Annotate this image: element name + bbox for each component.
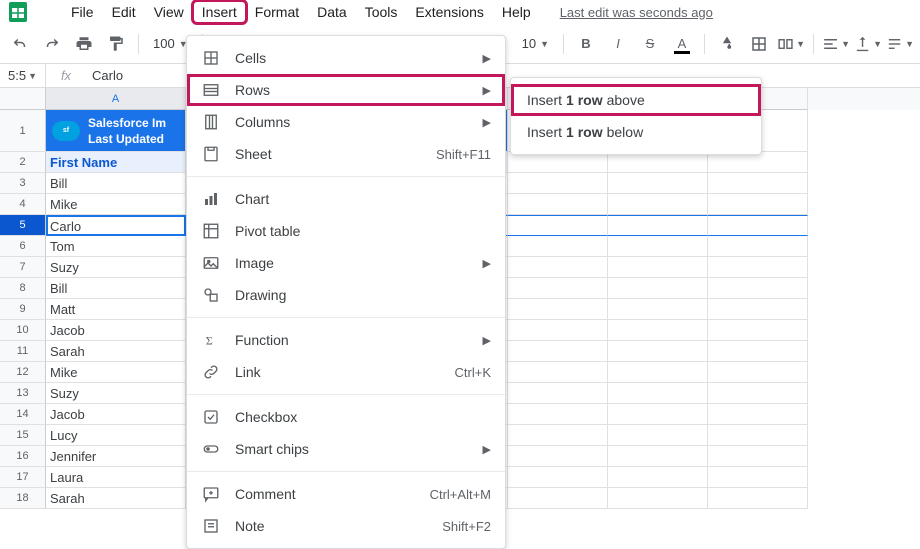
menubar-item-data[interactable]: Data xyxy=(308,1,356,23)
svg-text:Σ: Σ xyxy=(206,334,213,348)
menubar-item-tools[interactable]: Tools xyxy=(356,1,407,23)
redo-button[interactable] xyxy=(38,30,66,58)
menu-item-chart[interactable]: Chart xyxy=(187,183,505,215)
rows-submenu: Insert 1 row aboveInsert 1 row below xyxy=(510,77,762,155)
menu-item-drawing[interactable]: Drawing xyxy=(187,279,505,311)
comment-icon xyxy=(201,484,221,504)
chevron-right-icon: ▶ xyxy=(483,443,491,456)
chevron-right-icon: ▶ xyxy=(483,334,491,347)
valign-button[interactable]: ▼ xyxy=(854,30,882,58)
borders-button[interactable] xyxy=(745,30,773,58)
print-button[interactable] xyxy=(70,30,98,58)
menu-item-checkbox[interactable]: Checkbox xyxy=(187,401,505,433)
function-icon: Σ xyxy=(201,330,221,350)
halign-button[interactable]: ▼ xyxy=(822,30,850,58)
link-icon xyxy=(201,362,221,382)
menu-item-note[interactable]: NoteShift+F2 xyxy=(187,510,505,542)
bold-button[interactable]: B xyxy=(572,30,600,58)
menu-item-pivot-table[interactable]: Pivot table xyxy=(187,215,505,247)
menubar-item-edit[interactable]: Edit xyxy=(103,1,145,23)
menu-item-cells[interactable]: Cells▶ xyxy=(187,42,505,74)
chevron-right-icon: ▶ xyxy=(483,257,491,270)
wrap-button[interactable]: ▼ xyxy=(886,30,914,58)
drawing-icon xyxy=(201,285,221,305)
rows-icon xyxy=(201,80,221,100)
menu-item-link[interactable]: LinkCtrl+K xyxy=(187,356,505,388)
insert-menu-dropdown: Cells▶Rows▶Columns▶SheetShift+F11 ChartPi… xyxy=(186,35,506,549)
col-header[interactable]: A xyxy=(46,88,186,110)
menubar-item-file[interactable]: File xyxy=(62,1,103,23)
menu-item-sheet[interactable]: SheetShift+F11 xyxy=(187,138,505,170)
chevron-right-icon: ▶ xyxy=(483,116,491,129)
salesforce-logo-icon: sf xyxy=(52,121,80,141)
font-size-select[interactable]: 10▼ xyxy=(516,36,555,51)
submenu-item-insert-row-above[interactable]: Insert 1 row above xyxy=(511,84,761,116)
menubar: FileEditViewInsertFormatDataToolsExtensi… xyxy=(0,0,920,24)
last-edit-link[interactable]: Last edit was seconds ago xyxy=(560,5,713,20)
menubar-item-view[interactable]: View xyxy=(145,1,193,23)
formula-input[interactable]: Carlo xyxy=(86,68,129,83)
image-icon xyxy=(201,253,221,273)
note-icon xyxy=(201,516,221,536)
italic-button[interactable]: I xyxy=(604,30,632,58)
pivot-icon xyxy=(201,221,221,241)
menu-item-image[interactable]: Image▶ xyxy=(187,247,505,279)
sheet-icon xyxy=(201,144,221,164)
cells-icon xyxy=(201,48,221,68)
name-box[interactable]: 5:5▼ xyxy=(0,64,46,87)
strike-button[interactable]: S xyxy=(636,30,664,58)
text-color-button[interactable]: A xyxy=(668,30,696,58)
fill-color-button[interactable] xyxy=(713,30,741,58)
paint-format-button[interactable] xyxy=(102,30,130,58)
checkbox-icon xyxy=(201,407,221,427)
menu-item-rows[interactable]: Rows▶ xyxy=(187,74,505,106)
menu-item-columns[interactable]: Columns▶ xyxy=(187,106,505,138)
menu-item-comment[interactable]: CommentCtrl+Alt+M xyxy=(187,478,505,510)
menubar-item-insert[interactable]: Insert xyxy=(193,1,246,23)
menubar-item-help[interactable]: Help xyxy=(493,1,540,23)
chevron-right-icon: ▶ xyxy=(483,52,491,65)
columns-icon xyxy=(201,112,221,132)
undo-button[interactable] xyxy=(6,30,34,58)
chevron-right-icon: ▶ xyxy=(483,84,491,97)
submenu-item-insert-row-below[interactable]: Insert 1 row below xyxy=(511,116,761,148)
menu-item-smart-chips[interactable]: Smart chips▶ xyxy=(187,433,505,465)
merge-button[interactable]: ▼ xyxy=(777,30,805,58)
fx-icon: fx xyxy=(46,68,86,83)
menubar-item-format[interactable]: Format xyxy=(246,1,308,23)
menubar-item-extensions[interactable]: Extensions xyxy=(406,1,492,23)
menu-item-function[interactable]: ΣFunction▶ xyxy=(187,324,505,356)
chart-icon xyxy=(201,189,221,209)
chips-icon xyxy=(201,439,221,459)
